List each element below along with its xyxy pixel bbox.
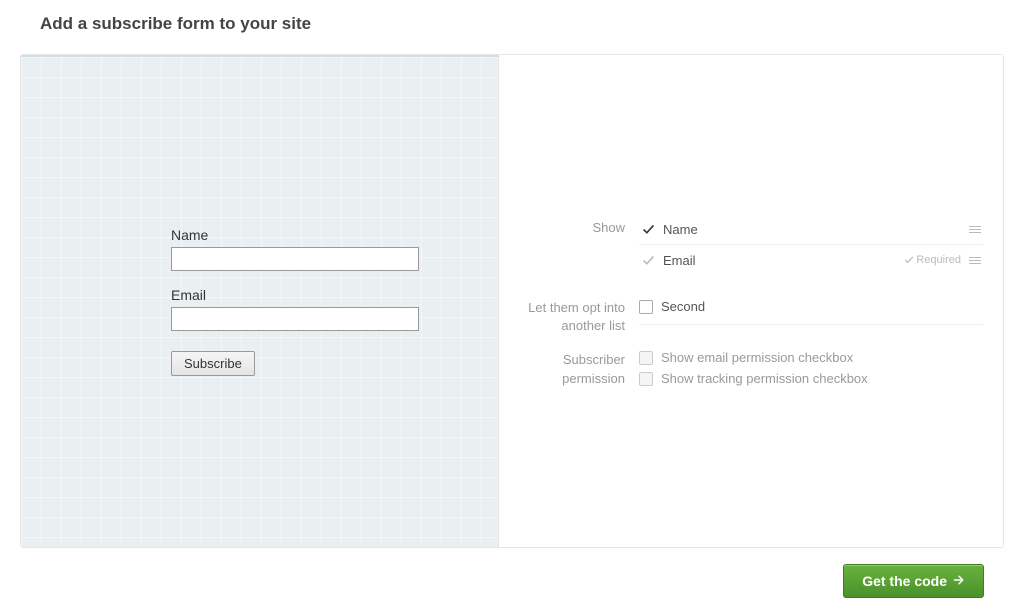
permission-setting: Subscriber permission Show email permiss… (519, 347, 983, 389)
field-name-label: Name (663, 222, 969, 237)
opt-row-second: Second (639, 295, 983, 325)
drag-handle-icon[interactable] (969, 226, 983, 233)
panels: Name Email Subscribe Show Name (20, 54, 1004, 548)
get-code-button[interactable]: Get the code (843, 564, 984, 598)
perm-row-email: Show email permission checkbox (639, 347, 983, 368)
get-code-label: Get the code (862, 573, 947, 589)
perm-row-tracking: Show tracking permission checkbox (639, 368, 983, 389)
name-label: Name (171, 227, 419, 243)
required-tag: Required (904, 254, 961, 266)
opt-checkbox-second[interactable] (639, 300, 653, 314)
show-setting: Show Name Email (519, 215, 983, 275)
check-icon-locked (639, 254, 657, 267)
subscribe-button[interactable]: Subscribe (171, 351, 255, 376)
footer: Get the code (20, 548, 1004, 598)
page-title: Add a subscribe form to your site (40, 14, 1004, 34)
settings-panel: Show Name Email (499, 55, 1003, 547)
email-label: Email (171, 287, 419, 303)
perm-item-label: Show tracking permission checkbox (661, 371, 868, 386)
preview-panel: Name Email Subscribe (21, 55, 499, 547)
opt-label: Let them opt into another list (519, 295, 639, 335)
arrow-right-icon (953, 573, 965, 589)
field-email-label: Email (663, 253, 904, 268)
perm-checkbox-email[interactable] (639, 351, 653, 365)
opt-setting: Let them opt into another list Second (519, 295, 983, 335)
perm-item-label: Show email permission checkbox (661, 350, 853, 365)
name-group: Name (171, 227, 419, 271)
perm-checkbox-tracking[interactable] (639, 372, 653, 386)
opt-item-label: Second (661, 299, 705, 314)
check-icon[interactable] (639, 223, 657, 236)
permission-label: Subscriber permission (519, 347, 639, 389)
email-input[interactable] (171, 307, 419, 331)
field-row-email: Email Required (639, 245, 983, 275)
field-row-name: Name (639, 215, 983, 245)
name-input[interactable] (171, 247, 419, 271)
drag-handle-icon[interactable] (969, 257, 983, 264)
email-group: Email (171, 287, 419, 331)
show-label: Show (519, 215, 639, 275)
